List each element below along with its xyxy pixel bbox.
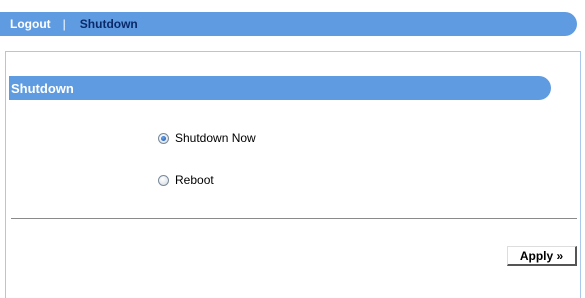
shutdown-now-option[interactable]: Shutdown Now <box>158 131 256 145</box>
section-title: Shutdown <box>11 80 74 96</box>
shutdown-now-label: Shutdown Now <box>175 131 256 145</box>
reboot-option[interactable]: Reboot <box>158 173 214 187</box>
shutdown-now-radio[interactable] <box>158 132 169 144</box>
apply-button[interactable]: Apply » <box>507 246 577 266</box>
reboot-label: Reboot <box>175 173 214 187</box>
nav-separator: | <box>62 17 66 31</box>
reboot-radio[interactable] <box>158 174 169 186</box>
section-header: Shutdown <box>9 76 551 100</box>
logout-link[interactable]: Logout <box>10 17 51 31</box>
divider <box>11 218 577 219</box>
nav-current-page[interactable]: Shutdown <box>80 17 138 31</box>
top-nav-bar: Logout | Shutdown <box>0 12 577 36</box>
